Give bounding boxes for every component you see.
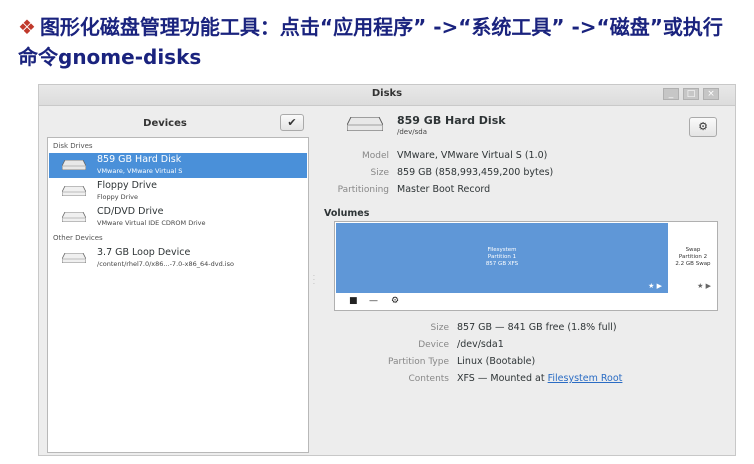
partition-type: Filesystem [487, 247, 517, 253]
partitioning-value: Master Boot Record [397, 184, 491, 195]
device-name: CD/DVD Drive [97, 206, 164, 217]
disk-path: /dev/sda [397, 128, 427, 136]
disks-window: Disks _ □ × Devices ✔ Disk Drives 859 GB… [38, 84, 736, 456]
partition-size: 2.2 GB Swap [675, 261, 711, 267]
partition-label: Filesystem Partition 1 857 GB XFS [336, 247, 668, 268]
floppy-drive-icon [62, 186, 86, 196]
partition-size: 857 GB XFS [485, 261, 519, 267]
devices-title: Devices [143, 118, 187, 129]
volumes-title: Volumes [324, 208, 370, 219]
close-button[interactable]: × [703, 88, 719, 100]
stop-icon[interactable]: ■ [349, 296, 358, 306]
optical-drive-icon [62, 212, 86, 222]
slide-title-text: 图形化磁盘管理功能工具：点击“应用程序” ->“系统工具” ->“磁盘”或执行命… [18, 15, 723, 69]
device-name: Floppy Drive [97, 180, 157, 191]
sidebar-header: Devices ✔ [45, 111, 315, 137]
partition-type: Swap [685, 247, 701, 253]
disk-menu-button[interactable]: ⚙ [689, 117, 717, 137]
partition-label: Swap Partition 2 2.2 GB Swap [669, 247, 717, 268]
gears-icon[interactable]: ⚙ [391, 296, 399, 306]
device-sub: VMware Virtual IDE CDROM Drive [97, 219, 206, 227]
group-label-disk-drives: Disk Drives [53, 142, 93, 150]
device-item-hard-disk[interactable]: 859 GB Hard Disk VMware, VMware Virtual … [49, 153, 307, 178]
partitioning-label: Partitioning [337, 185, 389, 195]
contents-label: Contents [408, 374, 449, 384]
model-label: Model [361, 151, 389, 161]
partition-2[interactable]: Swap Partition 2 2.2 GB Swap ★ ▶ [669, 223, 717, 293]
device-item-loop[interactable]: 3.7 GB Loop Device /content/rhel7.0/x86.… [49, 246, 307, 271]
contents-value: XFS — Mounted at Filesystem Root [457, 373, 622, 384]
disk-name: 859 GB Hard Disk [397, 114, 506, 127]
device-value: /dev/sda1 [457, 339, 504, 350]
filesystem-root-link[interactable]: Filesystem Root [548, 373, 623, 384]
partition-number: Partition 1 [487, 254, 517, 260]
contents-text: XFS — Mounted at [457, 373, 548, 384]
loop-device-icon [62, 253, 86, 263]
title-bar[interactable]: Disks _ □ × [39, 85, 735, 106]
partition-1[interactable]: Filesystem Partition 1 857 GB XFS ★ ▶ [336, 223, 668, 293]
star-play-icon: ★ ▶ [697, 282, 711, 290]
model-value: VMware, VMware Virtual S (1.0) [397, 150, 548, 161]
device-sub: Floppy Drive [97, 193, 139, 201]
size-label: Size [370, 168, 389, 178]
group-label-other-devices: Other Devices [53, 234, 103, 242]
partition-number: Partition 2 [678, 254, 708, 260]
delete-partition-icon[interactable]: — [369, 296, 378, 306]
partition-type-label: Partition Type [387, 357, 449, 367]
diamond-bullet-icon: ❖ [18, 15, 36, 39]
volume-size-value: 857 GB — 841 GB free (1.8% full) [457, 322, 617, 333]
device-name: 3.7 GB Loop Device [97, 247, 191, 258]
device-sub: VMware, VMware Virtual S [97, 167, 183, 175]
pane-resize-handle[interactable]: · · · [313, 274, 317, 289]
size-value: 859 GB (858,993,459,200 bytes) [397, 167, 554, 178]
hard-disk-icon [347, 117, 383, 131]
device-name: 859 GB Hard Disk [97, 154, 182, 165]
window-title: Disks [371, 88, 403, 99]
partition-type-value: Linux (Bootable) [457, 356, 536, 367]
maximize-button[interactable]: □ [683, 88, 699, 100]
device-item-floppy[interactable]: Floppy Drive Floppy Drive [49, 179, 307, 204]
volume-size-label: Size [430, 323, 449, 333]
star-play-icon: ★ ▶ [648, 282, 662, 290]
minimize-button[interactable]: _ [663, 88, 679, 100]
volume-toolbar: ■ — ⚙ [336, 294, 716, 310]
disk-details-pane: 859 GB Hard Disk /dev/sda ⚙ Model VMware… [319, 105, 735, 455]
select-mode-button[interactable]: ✔ [280, 114, 304, 131]
slide-title: ❖ 图形化磁盘管理功能工具：点击“应用程序” ->“系统工具” ->“磁盘”或执行… [18, 12, 738, 72]
device-label: Device [418, 340, 449, 350]
device-list: Disk Drives 859 GB Hard Disk VMware, VMw… [47, 137, 309, 453]
hard-disk-icon [62, 160, 86, 170]
gear-icon: ⚙ [698, 120, 708, 133]
volume-map: Filesystem Partition 1 857 GB XFS ★ ▶ Sw… [334, 221, 718, 311]
device-item-cd-dvd[interactable]: CD/DVD Drive VMware Virtual IDE CDROM Dr… [49, 205, 307, 230]
device-sub: /content/rhel7.0/x86...-7.0-x86_64-dvd.i… [97, 260, 234, 268]
